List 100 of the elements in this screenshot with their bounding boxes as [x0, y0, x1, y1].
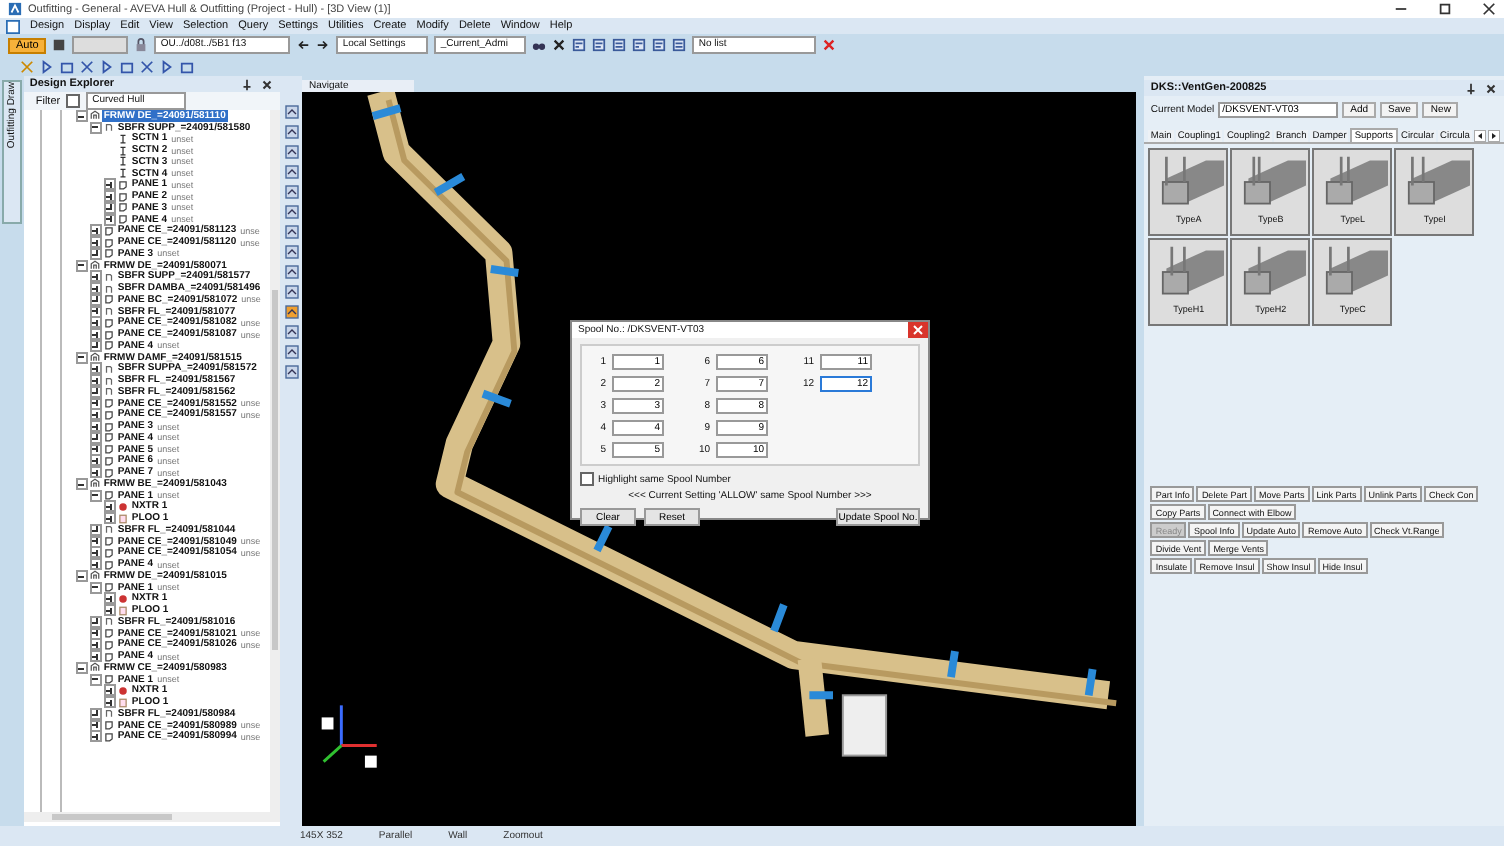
expand-toggle[interactable] — [89, 558, 102, 571]
expand-toggle[interactable] — [89, 638, 102, 651]
view-tool-icon[interactable] — [283, 204, 300, 220]
stop-icon[interactable] — [52, 38, 67, 52]
vertical-scrollbar[interactable] — [269, 110, 280, 812]
expand-toggle[interactable] — [89, 316, 102, 329]
collapse-toggle[interactable] — [75, 110, 88, 122]
back-arrow-icon[interactable] — [296, 38, 311, 52]
expand-toggle[interactable] — [89, 305, 102, 318]
view-tool-icon[interactable] — [283, 304, 300, 320]
expand-toggle[interactable] — [89, 546, 102, 559]
view-tool-icon[interactable] — [283, 124, 300, 140]
list-tool-icon[interactable] — [632, 38, 647, 52]
subframe-icon — [103, 524, 114, 535]
scroll-right-button[interactable] — [1487, 130, 1500, 142]
collapse-toggle[interactable] — [75, 569, 88, 582]
expand-toggle[interactable] — [103, 684, 116, 697]
expand-toggle[interactable] — [89, 362, 102, 375]
view-tool-icon[interactable] — [283, 344, 300, 360]
list-tool-icon[interactable] — [592, 38, 607, 52]
close-button[interactable] — [908, 322, 928, 338]
tool-icon[interactable] — [140, 59, 154, 73]
expand-toggle[interactable] — [89, 431, 102, 444]
sheet-icon — [117, 697, 128, 708]
equipment-icon — [117, 685, 128, 696]
expand-toggle[interactable] — [89, 650, 102, 663]
expand-toggle[interactable] — [89, 443, 102, 456]
expand-toggle[interactable] — [89, 236, 102, 249]
pin-icon[interactable] — [239, 77, 254, 91]
expand-toggle[interactable] — [89, 374, 102, 387]
expand-toggle[interactable] — [89, 523, 102, 536]
expand-toggle[interactable] — [89, 397, 102, 410]
expand-toggle[interactable] — [103, 201, 116, 214]
view-tool-icon[interactable] — [283, 224, 300, 240]
expand-toggle[interactable] — [89, 730, 102, 743]
close-icon[interactable] — [259, 77, 274, 91]
expand-toggle[interactable] — [89, 454, 102, 467]
highlight-checkbox[interactable] — [580, 472, 594, 486]
collapse-toggle[interactable] — [75, 351, 88, 364]
view-tool-icon[interactable] — [283, 284, 300, 300]
expand-toggle[interactable] — [89, 535, 102, 548]
list-tool-icon[interactable] — [672, 38, 687, 52]
view-tool-icon[interactable] — [283, 264, 300, 280]
pin-icon[interactable] — [1463, 81, 1478, 95]
close-icon[interactable] — [1482, 2, 1496, 16]
forward-arrow-icon[interactable] — [316, 38, 331, 52]
expand-toggle[interactable] — [89, 282, 102, 295]
view-tool-icon[interactable] — [283, 104, 300, 120]
expand-toggle[interactable] — [89, 615, 102, 628]
frame-icon — [89, 662, 100, 673]
list-tool-icon[interactable] — [612, 38, 627, 52]
expand-toggle[interactable] — [89, 627, 102, 640]
maximize-icon[interactable] — [1438, 2, 1452, 16]
collapse-toggle[interactable] — [89, 489, 102, 502]
expand-toggle[interactable] — [89, 293, 102, 306]
filter-checkbox[interactable] — [66, 94, 81, 108]
view-tool-icon[interactable] — [283, 164, 300, 180]
expand-toggle[interactable] — [89, 719, 102, 732]
collapse-toggle[interactable] — [75, 661, 88, 674]
view-tool-icon[interactable] — [283, 364, 300, 380]
collapse-toggle[interactable] — [75, 477, 88, 490]
close-icon[interactable] — [1483, 81, 1498, 95]
collapse-toggle[interactable] — [89, 581, 102, 594]
view-tool-icon[interactable] — [283, 144, 300, 160]
expand-toggle[interactable] — [89, 270, 102, 283]
delete-icon[interactable] — [822, 38, 837, 52]
expand-toggle[interactable] — [103, 696, 116, 709]
expand-toggle[interactable] — [89, 420, 102, 433]
list-tool-icon[interactable] — [572, 38, 587, 52]
expand-toggle[interactable] — [89, 408, 102, 421]
expand-toggle[interactable] — [103, 500, 116, 513]
expand-toggle[interactable] — [89, 339, 102, 352]
frame-icon — [89, 260, 100, 271]
minimize-icon[interactable] — [1394, 2, 1408, 16]
horizontal-scrollbar[interactable] — [23, 812, 280, 822]
list-tool-icon[interactable] — [652, 38, 667, 52]
scroll-left-button[interactable] — [1473, 130, 1486, 142]
duct-drawing[interactable] — [368, 92, 1118, 757]
expand-toggle[interactable] — [89, 466, 102, 479]
collapse-toggle[interactable] — [89, 121, 102, 134]
lock-icon[interactable] — [134, 38, 149, 52]
view-tool-icon[interactable] — [283, 184, 300, 200]
view-tool-icon[interactable] — [283, 324, 300, 340]
view-tool-icon[interactable] — [283, 244, 300, 260]
expand-toggle[interactable] — [103, 213, 116, 226]
close-icon[interactable] — [552, 38, 567, 52]
expand-toggle[interactable] — [103, 178, 116, 191]
tool-icon[interactable] — [80, 59, 94, 73]
binoculars-icon[interactable] — [532, 38, 547, 52]
expand-toggle[interactable] — [103, 592, 116, 605]
expand-toggle[interactable] — [103, 604, 116, 617]
expand-toggle[interactable] — [89, 328, 102, 341]
expand-toggle[interactable] — [89, 247, 102, 260]
expand-toggle[interactable] — [103, 190, 116, 203]
expand-toggle[interactable] — [89, 224, 102, 237]
collapse-toggle[interactable] — [89, 673, 102, 686]
expand-toggle[interactable] — [89, 385, 102, 398]
expand-toggle[interactable] — [103, 512, 116, 525]
collapse-toggle[interactable] — [75, 259, 88, 272]
expand-toggle[interactable] — [89, 707, 102, 720]
